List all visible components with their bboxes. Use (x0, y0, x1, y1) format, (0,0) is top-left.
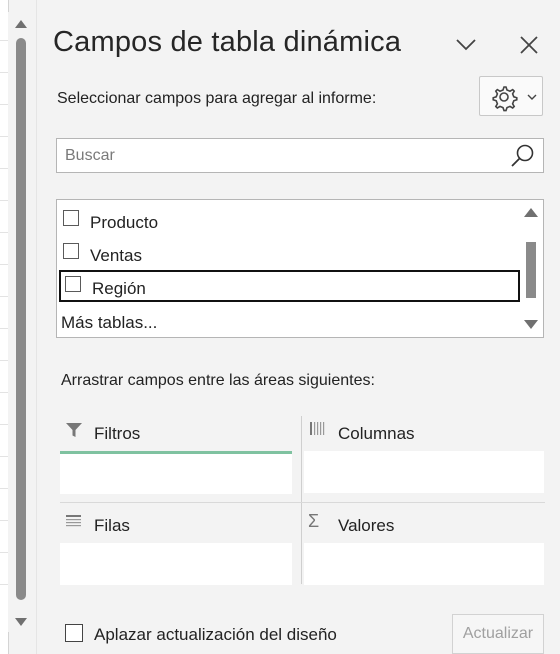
filters-drop-zone[interactable] (60, 451, 292, 494)
defer-update-label[interactable]: Aplazar actualización del diseño (94, 625, 337, 645)
area-label: Columnas (338, 424, 415, 443)
scroll-down-arrow-icon[interactable] (524, 320, 538, 329)
field-label: Producto (90, 213, 159, 232)
field-checkbox[interactable] (63, 243, 79, 259)
field-item-ventas[interactable]: Ventas (57, 237, 517, 269)
pane-subtitle: Seleccionar campos para agregar al infor… (57, 90, 377, 107)
field-list: Producto Ventas Región Más tablas... (56, 199, 544, 338)
field-list-scrollbar[interactable] (519, 200, 543, 337)
pivot-field-pane: Campos de tabla dinámica Seleccionar cam… (37, 0, 560, 654)
update-button[interactable]: Actualizar (452, 614, 544, 654)
close-pane-button[interactable] (514, 30, 544, 60)
chevron-down-icon (456, 39, 476, 51)
tools-settings-button[interactable] (479, 76, 543, 116)
columns-drop-zone[interactable] (304, 451, 544, 493)
area-header: Filtros (60, 420, 296, 450)
field-checkbox[interactable] (63, 210, 79, 226)
area-header: Filas (60, 512, 296, 542)
area-header: Σ Valores (304, 512, 540, 542)
field-label: Ventas (90, 246, 142, 265)
scrollbar-thumb[interactable] (16, 38, 26, 600)
areas-instruction: Arrastrar campos entre las áreas siguien… (61, 372, 375, 389)
values-drop-zone[interactable] (304, 543, 544, 585)
gear-icon (492, 86, 518, 112)
scrollbar-thumb[interactable] (526, 242, 536, 298)
filter-icon (66, 423, 82, 437)
pane-options-button[interactable] (451, 30, 481, 60)
scroll-up-arrow-icon[interactable] (15, 20, 27, 28)
more-tables-link[interactable]: Más tablas... (61, 313, 157, 333)
rows-icon (66, 515, 81, 527)
area-label: Filtros (94, 424, 141, 443)
field-item-producto[interactable]: Producto (57, 204, 517, 236)
area-header: Columnas (304, 420, 540, 450)
area-label: Valores (338, 516, 395, 535)
chevron-down-icon (527, 94, 537, 100)
search-input[interactable] (57, 139, 513, 172)
search-icon[interactable] (509, 143, 537, 169)
scroll-down-arrow-icon[interactable] (15, 618, 27, 626)
scroll-up-arrow-icon[interactable] (524, 208, 538, 217)
areas-horizontal-divider (60, 502, 545, 503)
areas-vertical-divider (301, 416, 302, 584)
defer-update-checkbox[interactable] (65, 624, 83, 642)
field-checkbox[interactable] (65, 276, 81, 292)
sheet-vertical-scrollbar[interactable] (8, 12, 34, 632)
columns-icon (310, 422, 325, 435)
rows-drop-zone[interactable] (60, 543, 292, 585)
close-icon (520, 36, 538, 54)
area-label: Filas (94, 516, 130, 535)
field-item-region[interactable]: Región (59, 270, 520, 302)
field-label: Región (92, 279, 146, 298)
sigma-icon: Σ (308, 511, 320, 531)
field-search-box[interactable] (56, 138, 544, 173)
pane-title: Campos de tabla dinámica (53, 26, 402, 58)
